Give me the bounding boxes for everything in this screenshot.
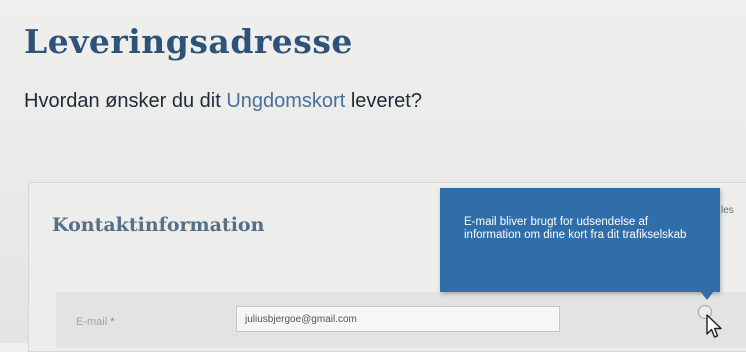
required-marker: *: [110, 316, 115, 328]
delivery-question: Hvordan ønsker du dit Ungdomskort levere…: [24, 90, 422, 113]
product-name: Ungdomskort: [226, 90, 346, 112]
email-info-tooltip: E-mail bliver brugt for udsendelse af in…: [440, 188, 720, 292]
email-input[interactable]: [236, 306, 560, 332]
delivery-question-prefix: Hvordan ønsker du dit: [24, 90, 227, 112]
delivery-question-suffix: leveret?: [345, 90, 422, 112]
section-title-contact: Kontaktinformation: [52, 214, 265, 236]
clipped-side-text: les: [721, 205, 734, 216]
page-title: Leveringsadresse: [24, 22, 353, 61]
mouse-cursor-icon: [706, 314, 722, 338]
email-label-text: E-mail: [76, 316, 108, 328]
tooltip-arrow: [700, 291, 714, 300]
email-label: E-mail *: [76, 316, 115, 328]
